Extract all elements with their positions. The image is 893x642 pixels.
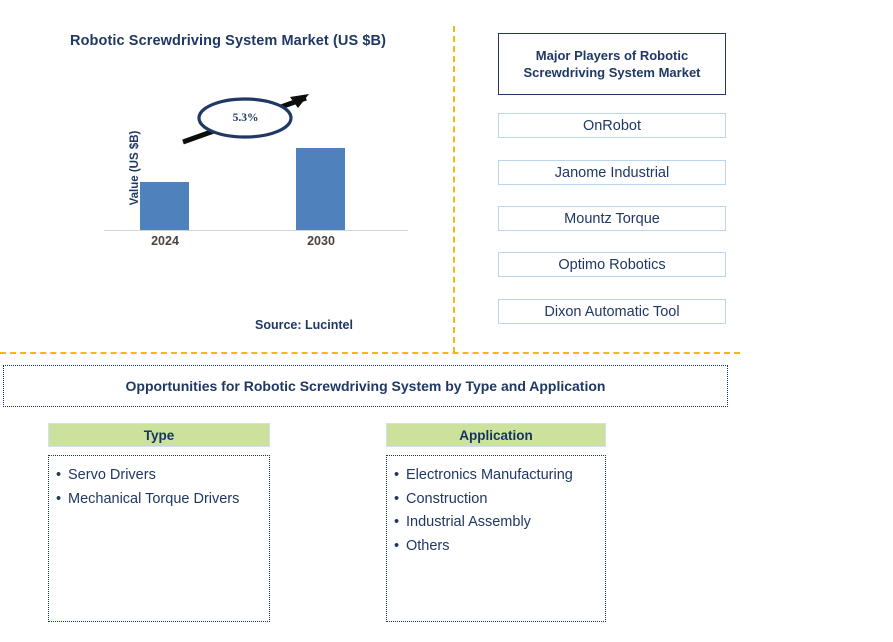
major-players-header: Major Players of Robotic Screwdriving Sy… <box>498 33 726 95</box>
cagr-callout: 5.3% <box>178 90 313 150</box>
list-item: Mechanical Torque Drivers <box>56 489 263 510</box>
application-column-list: Electronics Manufacturing Construction I… <box>386 455 606 622</box>
source-note: Source: Lucintel <box>255 318 353 332</box>
x-axis-line <box>104 230 408 231</box>
list-item: Construction <box>394 489 599 510</box>
player-item-onrobot[interactable]: OnRobot <box>498 113 726 138</box>
player-item-dixon-automatic-tool[interactable]: Dixon Automatic Tool <box>498 299 726 324</box>
bar-2024 <box>140 182 189 230</box>
player-item-janome-industrial[interactable]: Janome Industrial <box>498 160 726 185</box>
application-column-header: Application <box>386 423 606 447</box>
opportunities-banner: Opportunities for Robotic Screwdriving S… <box>3 365 728 407</box>
type-column-header: Type <box>48 423 270 447</box>
x-tick-label-2030: 2030 <box>307 234 335 248</box>
player-item-optimo-robotics[interactable]: Optimo Robotics <box>498 252 726 277</box>
x-tick-label-2024: 2024 <box>151 234 179 248</box>
type-column-list: Servo Drivers Mechanical Torque Drivers <box>48 455 270 622</box>
vertical-divider <box>453 26 455 353</box>
bar-2030 <box>296 148 345 230</box>
cagr-value: 5.3% <box>232 112 259 124</box>
list-item: Industrial Assembly <box>394 512 599 533</box>
list-item: Electronics Manufacturing <box>394 465 599 486</box>
bar-chart: Value (US $B) 2024 2030 5.3% <box>78 94 408 250</box>
list-item: Servo Drivers <box>56 465 263 486</box>
chart-title: Robotic Screwdriving System Market (US $… <box>70 33 387 49</box>
horizontal-divider <box>0 352 740 354</box>
list-item: Others <box>394 536 599 557</box>
player-item-mountz-torque[interactable]: Mountz Torque <box>498 206 726 231</box>
